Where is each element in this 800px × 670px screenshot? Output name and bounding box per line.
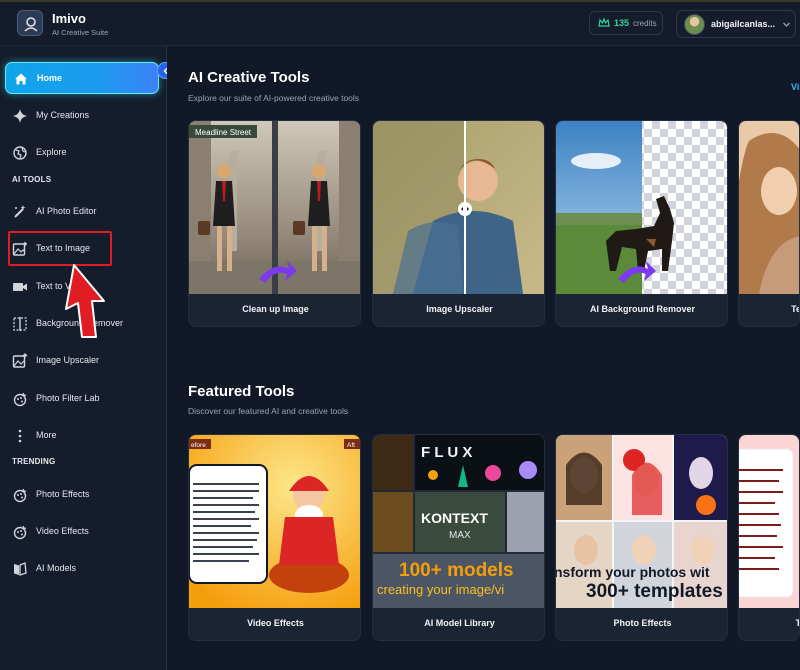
sidebar-item-label: Explore [36,147,67,157]
sparkle-icon [13,109,27,123]
card-label: AI Background Remover [589,304,696,314]
user-menu[interactable]: abigailcanlas... [676,10,796,38]
max-text: MAX [449,530,471,541]
app-subtitle: AI Creative Suite [52,28,109,37]
model-library-image: F L U X KONTEXT MAX 100+ models creating… [373,435,544,608]
home-icon [15,73,27,85]
credits-badge[interactable]: 135 credits [589,11,663,35]
text-effects-image [739,435,799,608]
more-vertical-icon [18,429,22,443]
split-frame-icon [13,317,27,331]
after-badge-text: Aft [347,442,355,449]
sidebar: Home My Creations Explore AI TOOLS AI Ph… [0,46,167,670]
palette-icon [13,525,27,540]
video-effects-image: efore Aft [189,435,360,608]
sidebar-item-label: Home [37,73,63,83]
filter-icon [13,392,27,407]
video-icon [13,283,27,291]
featured-card-video-effects[interactable]: efore Aft Video Effects [188,434,361,641]
sidebar-item-more[interactable]: More [5,420,159,452]
logo-icon [24,17,38,32]
section-label-trending: TRENDING [12,457,56,466]
sidebar-item-label: AI Models [36,563,77,573]
bg-remover-preview [556,121,727,294]
clean-up-image: Meadline Street [189,121,360,294]
user-name: abigailcanlas... [711,19,776,29]
sidebar-item-video-effects[interactable]: Video Effects [5,516,159,548]
photo-effects-line2: 300+ templates [586,581,723,602]
card-label: Photo Effects [613,618,672,628]
bg-remover-image [556,121,727,294]
app-logo[interactable] [17,10,43,36]
card-label: Clean up Image [242,304,309,314]
card-label: Video Effects [247,618,304,628]
sidebar-item-label: Photo Effects [36,489,90,499]
crown-icon [598,17,610,27]
sidebar-item-photo-filter-lab[interactable]: Photo Filter Lab [5,383,159,415]
photo-effects-preview: nsform your photos wit 300+ templates [556,435,727,608]
sidebar-item-ai-photo-editor[interactable]: AI Photo Editor [5,196,159,228]
before-badge-text: efore [191,442,206,449]
creative-tools-subtitle: Explore our suite of AI-powered creative… [188,93,360,103]
palette-icon [13,488,27,503]
app-name: Imivo [52,11,86,26]
annotation-arrow-icon [65,264,105,338]
photo-effects-image: nsform your photos wit 300+ templates [556,435,727,608]
tool-card-image-upscaler[interactable]: Image Upscaler [372,120,545,327]
top-bar: Imivo AI Creative Suite 135 credits abig… [0,0,800,46]
chevron-down-icon [783,22,790,27]
text-to-image-image [739,121,799,294]
top-accent-line [0,0,800,2]
featured-tools-title: Featured Tools [188,383,295,400]
tool-card-clean-up-image[interactable]: Meadline Street Clean up Image [188,120,361,327]
sidebar-item-label: My Creations [36,110,90,120]
card-label: Image Upscaler [426,304,493,314]
sidebar-item-home[interactable]: Home [5,62,159,94]
street-sign-text: Meadline Street [195,128,252,137]
card-label: AI Model Library [424,618,495,628]
text-to-image-preview [739,121,799,294]
model-library-preview: F L U X KONTEXT MAX 100+ models creating… [373,435,544,608]
models-sub-text: creating your image/vi [377,582,504,597]
upscaler-image [373,121,544,294]
section-label-ai-tools: AI TOOLS [12,175,52,184]
sidebar-item-my-creations[interactable]: My Creations [5,100,159,132]
sidebar-item-label: More [36,430,57,440]
sidebar-item-explore[interactable]: Explore [5,137,159,169]
avatar [684,14,705,35]
view-all-link[interactable]: Vi [791,82,799,92]
sidebar-item-ai-models[interactable]: AI Models [5,553,159,585]
magic-wand-icon [14,205,26,218]
credits-label: credits [633,19,657,28]
annotation-highlight-box [8,231,112,266]
upscaler-preview [373,121,544,294]
video-effects-preview: efore Aft [189,435,360,608]
tool-card-ai-background-remover[interactable]: AI Background Remover [555,120,728,327]
globe-icon [13,146,27,160]
models-icon [14,562,27,576]
flux-text: F L U X [421,444,472,461]
sidebar-item-photo-effects[interactable]: Photo Effects [5,479,159,511]
kontext-text: KONTEXT [421,510,488,526]
credits-value: 135 [614,18,630,28]
card-label: Te [791,304,799,314]
sidebar-item-label: Photo Filter Lab [36,393,100,403]
sidebar-item-label: Image Upscaler [36,355,100,365]
sidebar-item-label: Video Effects [36,526,89,536]
sidebar-item-image-upscaler[interactable]: Image Upscaler [5,345,159,377]
image-up-icon [12,353,28,368]
main-content: AI Creative Tools Explore our suite of A… [167,46,800,670]
featured-card-ai-model-library[interactable]: F L U X KONTEXT MAX 100+ models creating… [372,434,545,641]
featured-tools-subtitle: Discover our featured AI and creative to… [188,406,349,416]
models-count-text: 100+ models [399,560,514,581]
sidebar-item-label: AI Photo Editor [36,206,97,216]
creative-tools-title: AI Creative Tools [188,69,310,86]
photo-effects-line1: nsform your photos wit [556,564,710,580]
tool-card-text-to-image[interactable]: Te [738,120,800,327]
card-label: T [739,618,800,628]
clean-up-preview: Meadline Street [189,121,360,294]
featured-card-photo-effects[interactable]: nsform your photos wit 300+ templates Ph… [555,434,728,641]
featured-card-text-effects[interactable]: T [738,434,800,641]
text-effects-preview [739,435,799,608]
